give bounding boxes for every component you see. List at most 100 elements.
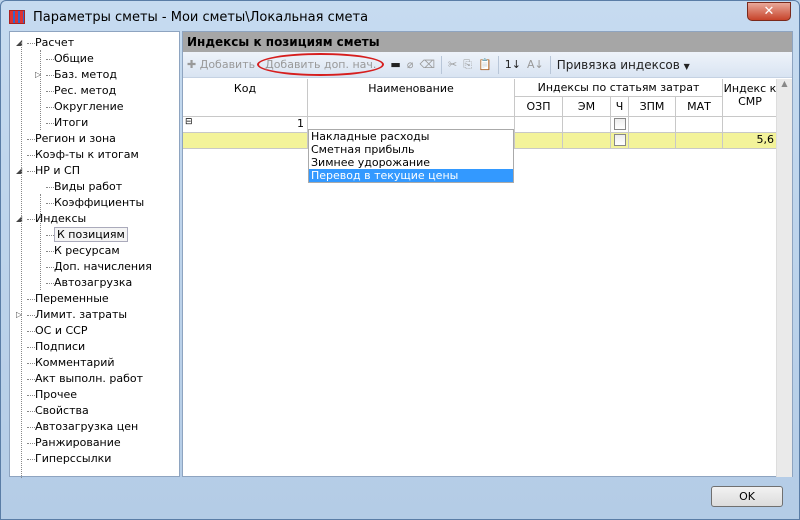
tree-connector [46,203,54,204]
dropdown-option[interactable]: Накладные расходы [309,130,513,143]
dropdown-option[interactable]: Сметная прибыль [309,143,513,156]
tree-item-label: Акт выполн. работ [35,372,144,385]
ch-checkbox[interactable] [613,134,626,146]
caret-down-icon: ▼ [683,61,690,71]
header-mat[interactable]: МАТ [676,97,723,117]
cell-em[interactable] [563,133,611,149]
tree-item[interactable]: Комментарий [35,355,115,371]
tree-item-label: Индексы [35,212,87,225]
cell-smr[interactable] [723,117,778,133]
tree-connector [27,363,35,364]
header-name[interactable]: Наименование [308,79,515,117]
tree-connector [27,331,35,332]
header-zpm[interactable]: ЗПМ [629,97,676,117]
tree-item[interactable]: Расчет [35,35,74,51]
tree-item[interactable]: Акт выполн. работ [35,371,143,387]
sort-numeric-icon[interactable]: 1↓ [505,58,521,71]
tree-connector [27,171,35,172]
header-ch[interactable]: Ч [611,97,629,117]
tree-connector [46,91,54,92]
tree-item-label: Ранжирование [35,436,121,449]
tree-item[interactable]: Подписи [35,339,85,355]
add-button[interactable]: ✚ Добавить [187,58,255,71]
add-extra-charge-button[interactable]: Добавить доп. нач. [257,53,385,76]
remove-icon[interactable]: ▬ [390,58,400,71]
tree-item[interactable]: Общие [54,51,94,67]
copy-icon[interactable]: ⎘ [463,58,472,72]
cell-ozp[interactable] [515,133,563,149]
vertical-scrollbar[interactable]: ▲ [776,79,792,477]
header-em[interactable]: ЭМ [563,97,611,117]
eraser-icon[interactable]: ⌀ [407,58,414,71]
tree-connector [27,43,35,44]
binding-dropdown-button[interactable]: Привязка индексов ▼ [557,58,690,72]
tree-line [40,50,41,130]
tree-item[interactable]: Автозагрузка [54,275,132,291]
title-bar: Параметры сметы - Мои сметы\Локальная см… [9,7,368,27]
tree-item[interactable]: Итоги [54,115,88,131]
tree-item[interactable]: Виды работ [54,179,122,195]
tree-item-label: ОС и ССР [35,324,88,337]
cell-code[interactable] [183,133,308,149]
tree-item-label: Комментарий [35,356,115,369]
tree-item[interactable]: НР и СП [35,163,80,179]
tree-item[interactable]: К ресурсам [54,243,120,259]
tree-item-label: Прочее [35,388,78,401]
tree-connector [27,155,35,156]
header-code[interactable]: Код [183,79,308,117]
tree-item[interactable]: Гиперссылки [35,451,111,467]
dropdown-option[interactable]: Зимнее удорожание [309,156,513,169]
tree-connector [27,347,35,348]
tree-item[interactable]: К позициям [54,227,128,243]
header-cost-group: Индексы по статьям затрат [515,79,723,97]
cut-icon[interactable]: ✂ [448,58,457,71]
tree-item-label: Рес. метод [54,84,117,97]
cell-em[interactable] [563,117,611,133]
ch-checkbox[interactable] [613,118,626,130]
tree-item-label: К позициям [54,227,128,242]
tree-item[interactable]: Коэф-ты к итогам [35,147,139,163]
tree-item[interactable]: Доп. начисления [54,259,152,275]
clear-icon[interactable]: ⌫ [419,58,435,71]
header-ozp[interactable]: ОЗП [515,97,563,117]
separator [497,55,499,74]
tree-item[interactable]: Переменные [35,291,109,307]
tree-item-label: Доп. начисления [54,260,152,273]
tree-item-label: Переменные [35,292,109,305]
scroll-up-icon[interactable]: ▲ [777,79,792,88]
cell-smr[interactable]: 5,6 [723,133,778,149]
tree-item[interactable]: Регион и зона [35,131,116,147]
tree-connector [27,315,35,316]
header-smr[interactable]: Индекс к СМР [723,79,778,117]
cell-mat[interactable] [676,117,723,133]
tree-item[interactable]: ОС и ССР [35,323,87,339]
tree-line [40,194,41,290]
dialog-window: Параметры сметы - Мои сметы\Локальная см… [0,0,800,520]
ok-button[interactable]: OK [711,486,783,507]
sort-alpha-icon[interactable]: А↓ [527,58,544,71]
window-title: Параметры сметы - Мои сметы\Локальная см… [33,9,369,25]
cell-zpm[interactable] [629,133,676,149]
paste-icon[interactable]: 📋 [478,58,492,71]
tree-item[interactable]: Баз. метод [54,67,117,83]
cell-mat[interactable] [676,133,723,149]
close-button[interactable]: ✕ [747,2,791,21]
tree-item[interactable]: Свойства [35,403,89,419]
dropdown-option[interactable]: Перевод в текущие цены [309,169,513,182]
tree-item[interactable]: Лимит. затраты [35,307,127,323]
tree-item[interactable]: Прочее [35,387,77,403]
tree-item-label: Коэф-ты к итогам [35,148,139,161]
tree-connector [46,251,54,252]
tree-connector [46,107,54,108]
tree-item[interactable]: Ранжирование [35,435,121,451]
cell-zpm[interactable] [629,117,676,133]
tree-connector [27,459,35,460]
tree-item[interactable]: Коэффициенты [54,195,144,211]
tree-item[interactable]: Рес. метод [54,83,116,99]
tree-item[interactable]: Автозагрузка цен [35,419,138,435]
collapse-icon[interactable]: ⊟ [185,117,193,127]
tree-item[interactable]: Округление [54,99,123,115]
cell-ozp[interactable] [515,117,563,133]
tree-item-label: Виды работ [54,180,123,193]
tree-item[interactable]: Индексы [35,211,86,227]
